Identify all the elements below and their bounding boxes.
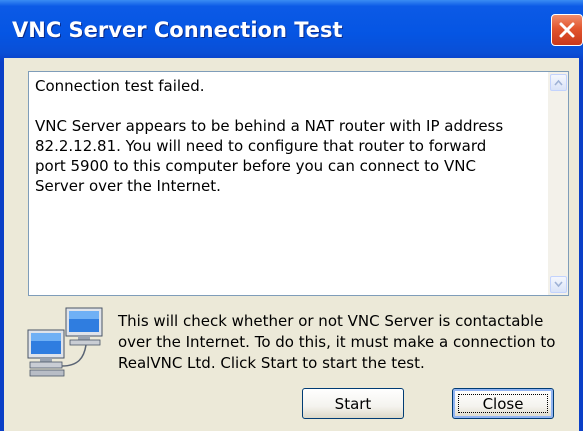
title-close-button[interactable] [551, 14, 583, 46]
scroll-down-arrow-icon [554, 281, 563, 288]
close-icon [559, 22, 575, 38]
window-title: VNC Server Connection Test [12, 18, 343, 42]
scroll-up-arrow-icon [554, 79, 563, 86]
scroll-up-button[interactable] [550, 74, 567, 91]
dialog-body: Connection test failed. VNC Server appea… [4, 58, 579, 431]
result-heading: Connection test failed. [35, 77, 205, 95]
result-text-area[interactable]: Connection test failed. VNC Server appea… [28, 71, 569, 296]
scroll-down-button[interactable] [550, 276, 567, 293]
dialog-window: VNC Server Connection Test Connection te… [0, 0, 583, 431]
networked-computers-icon [27, 307, 103, 377]
vertical-scrollbar[interactable] [548, 72, 568, 295]
start-button-label: Start [334, 394, 372, 413]
close-button-label: Close [482, 394, 524, 413]
result-details: VNC Server appears to be behind a NAT ro… [35, 117, 504, 195]
start-button[interactable]: Start [302, 388, 404, 419]
result-text: Connection test failed. VNC Server appea… [35, 76, 543, 196]
close-button[interactable]: Close [452, 388, 554, 419]
info-text: This will check whether or not VNC Serve… [118, 312, 556, 372]
title-bar[interactable]: VNC Server Connection Test [0, 0, 583, 62]
